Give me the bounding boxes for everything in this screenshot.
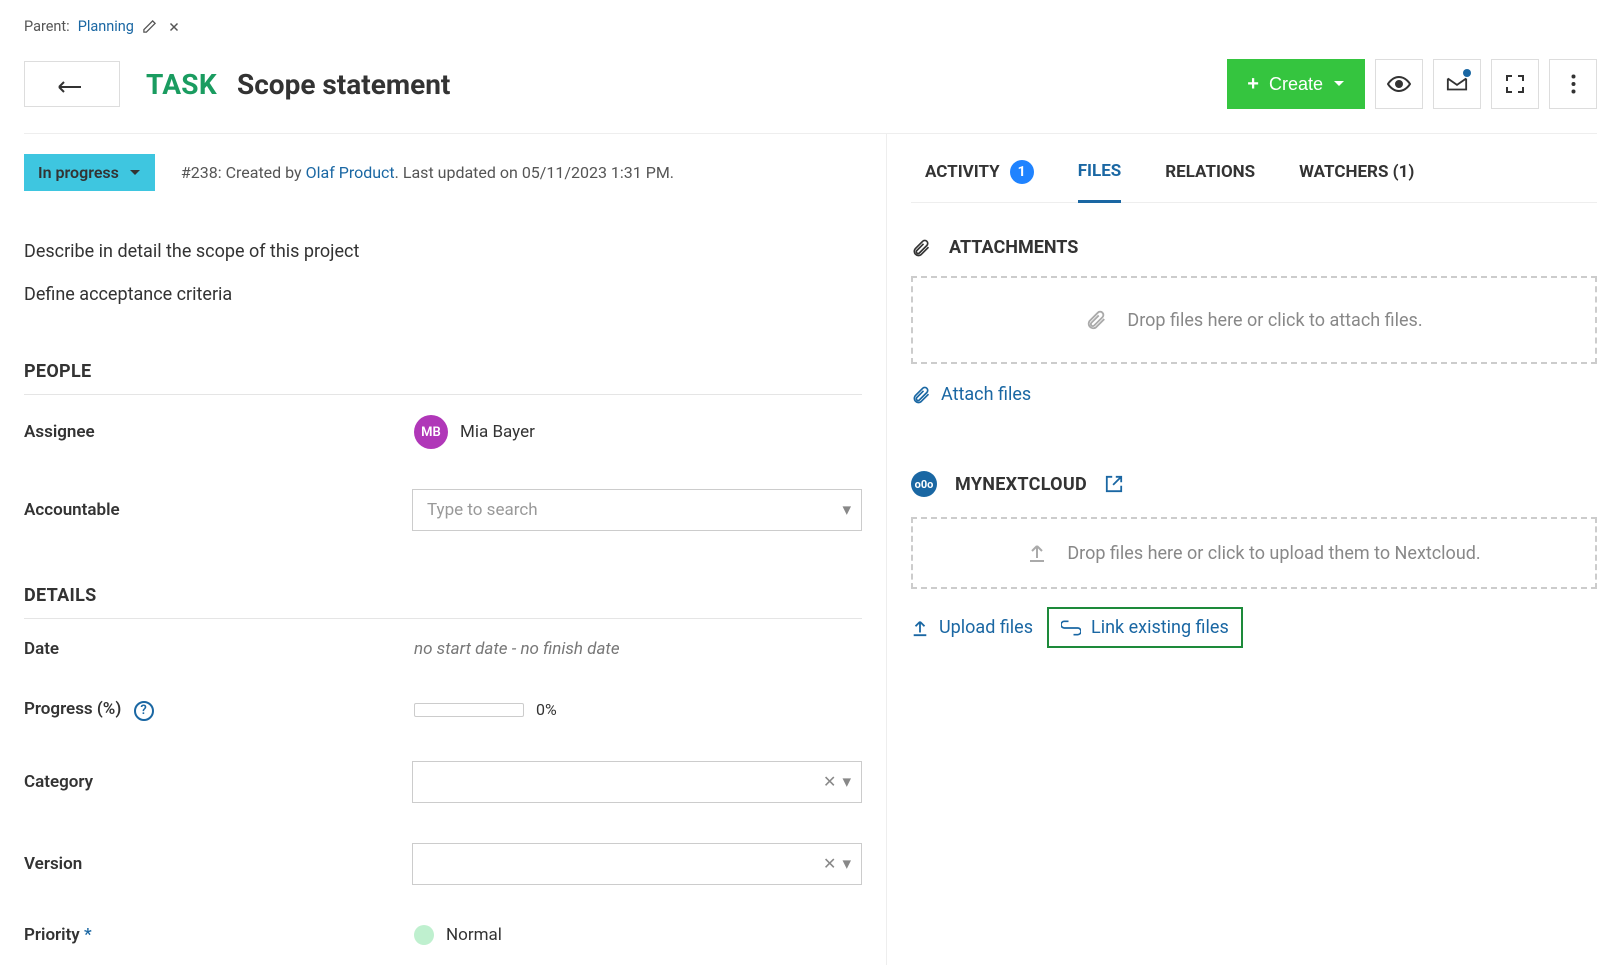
page-title: Scope statement — [237, 68, 450, 101]
assignee-label: Assignee — [24, 422, 414, 442]
create-label: Create — [1269, 74, 1323, 95]
fullscreen-button[interactable] — [1491, 59, 1539, 109]
create-button[interactable]: + Create — [1227, 59, 1365, 109]
chevron-down-icon: ▾ — [842, 854, 851, 874]
paperclip-icon — [1085, 309, 1107, 331]
description[interactable]: Describe in detail the scope of this pro… — [24, 241, 862, 305]
accountable-select[interactable]: Type to search ▾ — [412, 489, 862, 531]
kebab-icon — [1571, 74, 1576, 94]
priority-dot — [414, 925, 434, 945]
chevron-down-icon — [129, 169, 141, 177]
more-button[interactable] — [1549, 59, 1597, 109]
tab-activity[interactable]: ACTIVITY 1 — [925, 160, 1034, 202]
progress-bar[interactable] — [414, 703, 524, 717]
section-people: PEOPLE — [24, 327, 862, 395]
category-select[interactable]: ✕▾ — [412, 761, 862, 803]
paperclip-icon — [911, 238, 931, 258]
clear-icon[interactable]: ✕ — [823, 772, 836, 791]
watch-button[interactable] — [1375, 59, 1423, 109]
priority-value[interactable]: Normal — [414, 925, 862, 945]
envelope-icon — [1446, 75, 1468, 93]
version-label: Version — [24, 854, 412, 874]
version-select[interactable]: ✕▾ — [412, 843, 862, 885]
tab-watchers[interactable]: WATCHERS (1) — [1299, 160, 1414, 202]
unread-dot — [1463, 69, 1471, 77]
assignee-value[interactable]: MB Mia Bayer — [414, 415, 862, 449]
eye-icon — [1387, 76, 1411, 92]
link-existing-files-link[interactable]: Link existing files — [1061, 617, 1229, 638]
chevron-down-icon: ▾ — [842, 500, 851, 520]
priority-label: Priority * — [24, 925, 414, 945]
status-select[interactable]: In progress — [24, 154, 155, 191]
external-link-icon[interactable] — [1105, 475, 1123, 493]
section-details: DETAILS — [24, 551, 862, 619]
date-label: Date — [24, 639, 414, 659]
tab-files[interactable]: FILES — [1078, 160, 1122, 203]
mark-read-button[interactable] — [1433, 59, 1481, 109]
avatar: MB — [414, 415, 448, 449]
status-label: In progress — [38, 163, 119, 182]
accountable-label: Accountable — [24, 500, 412, 520]
nextcloud-heading: MYNEXTCLOUD — [955, 474, 1087, 495]
breadcrumb-label: Parent: — [24, 18, 70, 35]
tabs: ACTIVITY 1 FILES RELATIONS WATCHERS (1) — [911, 134, 1597, 203]
plus-icon: + — [1247, 73, 1259, 96]
attachments-heading: ATTACHMENTS — [949, 237, 1078, 258]
meta-info: #238: Created by Olaf Product. Last upda… — [181, 163, 674, 182]
help-icon[interactable]: ? — [134, 701, 154, 721]
upload-icon — [1027, 543, 1047, 563]
breadcrumb: Parent: Planning — [24, 0, 1597, 45]
link-icon — [1061, 620, 1081, 636]
close-icon[interactable] — [166, 19, 182, 35]
attachments-dropzone[interactable]: Drop files here or click to attach files… — [911, 276, 1597, 364]
upload-icon — [911, 619, 929, 637]
assignee-name: Mia Bayer — [460, 422, 535, 442]
pencil-icon[interactable] — [142, 19, 158, 35]
tab-relations[interactable]: RELATIONS — [1165, 160, 1255, 202]
category-label: Category — [24, 772, 412, 792]
clear-icon[interactable]: ✕ — [823, 854, 836, 873]
nextcloud-icon: o0o — [911, 471, 937, 497]
paperclip-icon — [911, 385, 931, 405]
desc-line-2: Define acceptance criteria — [24, 284, 862, 305]
date-value[interactable]: no start date - no finish date — [414, 639, 620, 659]
wp-type: TASK — [146, 68, 217, 101]
desc-line-1: Describe in detail the scope of this pro… — [24, 241, 862, 262]
creator-link[interactable]: Olaf Product — [306, 163, 395, 182]
nextcloud-dropzone[interactable]: Drop files here or click to upload them … — [911, 517, 1597, 589]
attach-files-link[interactable]: Attach files — [911, 384, 1031, 405]
link-existing-highlight: Link existing files — [1047, 607, 1243, 648]
upload-files-link[interactable]: Upload files — [911, 617, 1033, 638]
activity-badge: 1 — [1010, 160, 1034, 184]
chevron-down-icon: ▾ — [842, 772, 851, 792]
progress-label: Progress (%) ? — [24, 699, 414, 721]
progress-value: 0% — [536, 700, 557, 719]
expand-icon — [1505, 74, 1525, 94]
breadcrumb-parent-link[interactable]: Planning — [78, 18, 134, 35]
chevron-down-icon — [1333, 80, 1345, 88]
accountable-placeholder: Type to search — [427, 500, 538, 520]
back-button[interactable] — [24, 61, 120, 107]
